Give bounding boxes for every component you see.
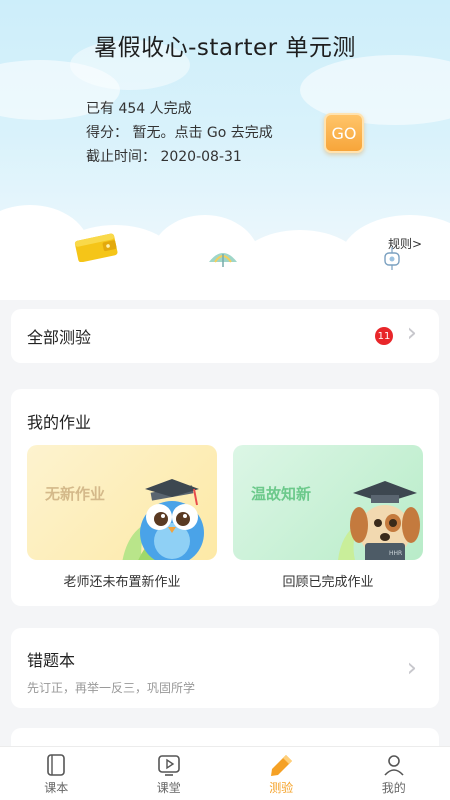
go-button[interactable]: GO — [324, 113, 364, 153]
tab-tests[interactable]: 测验 — [225, 747, 338, 800]
chevron-right-icon: › — [406, 318, 417, 348]
tile-label: 温故知新 — [251, 485, 312, 503]
tab-classroom[interactable]: 课堂 — [113, 747, 226, 800]
tab-label: 我的 — [381, 781, 406, 795]
score-text: 得分： 暂无。点击 Go 去完成 — [86, 125, 273, 141]
tab-label: 课堂 — [156, 781, 181, 795]
deadline-text: 截止时间： 2020-08-31 — [86, 149, 242, 165]
bottom-tab-bar: 课本 课堂 测验 我的 — [0, 746, 450, 800]
homework-section-title: 我的作业 — [27, 413, 92, 432]
wrong-book-title: 错题本 — [27, 651, 76, 670]
tab-label: 课本 — [44, 781, 69, 795]
test-info: 已有 454 人完成 得分： 暂无。点击 Go 去完成 截止时间： 2020-0… — [86, 97, 273, 169]
chevron-right-icon: › — [406, 653, 417, 683]
no-new-homework-tile[interactable]: 无新作业 — [27, 445, 217, 560]
review-homework-caption: 回顾已完成作业 — [282, 575, 374, 590]
video-play-icon — [157, 755, 180, 776]
review-homework-tile[interactable]: 温故知新 HHR — [233, 445, 423, 560]
wrong-questions-book-row[interactable]: 错题本 先订正，再举一反三，巩固所学 › — [11, 628, 439, 708]
dog-mascot-icon: HHR — [350, 481, 420, 560]
no-new-homework-caption: 老师还未布置新作业 — [63, 575, 181, 590]
wallet-icon — [74, 233, 118, 262]
completed-count-text: 已有 454 人完成 — [86, 101, 192, 117]
book-icon — [47, 754, 66, 776]
umbrella-icon — [209, 253, 237, 267]
tab-mine[interactable]: 我的 — [338, 747, 450, 800]
hero-banner: 暑假收心-starter 单元测 已有 454 人完成 得分： 暂无。点击 Go… — [0, 0, 450, 300]
my-homework-card: 我的作业 无新作业 老师还未布置新作业 温故知新 HHR 回顾已完成作业 — [11, 389, 439, 606]
wrong-book-subtitle: 先订正，再举一反三，巩固所学 — [27, 681, 196, 695]
all-tests-label: 全部测验 — [27, 328, 92, 347]
tab-textbook[interactable]: 课本 — [0, 747, 113, 800]
pencil-icon — [271, 755, 293, 776]
person-icon — [384, 755, 404, 776]
test-title: 暑假收心-starter 单元测 — [94, 35, 356, 61]
rules-link[interactable]: 规则> — [388, 235, 422, 252]
svg-text:HHR: HHR — [389, 550, 402, 557]
tab-label: 测验 — [269, 781, 294, 795]
unread-count-badge: 11 — [375, 327, 393, 345]
owl-mascot-icon — [140, 479, 204, 560]
all-tests-row[interactable]: 全部测验 11 › — [11, 309, 439, 363]
tile-label: 无新作业 — [45, 485, 106, 503]
